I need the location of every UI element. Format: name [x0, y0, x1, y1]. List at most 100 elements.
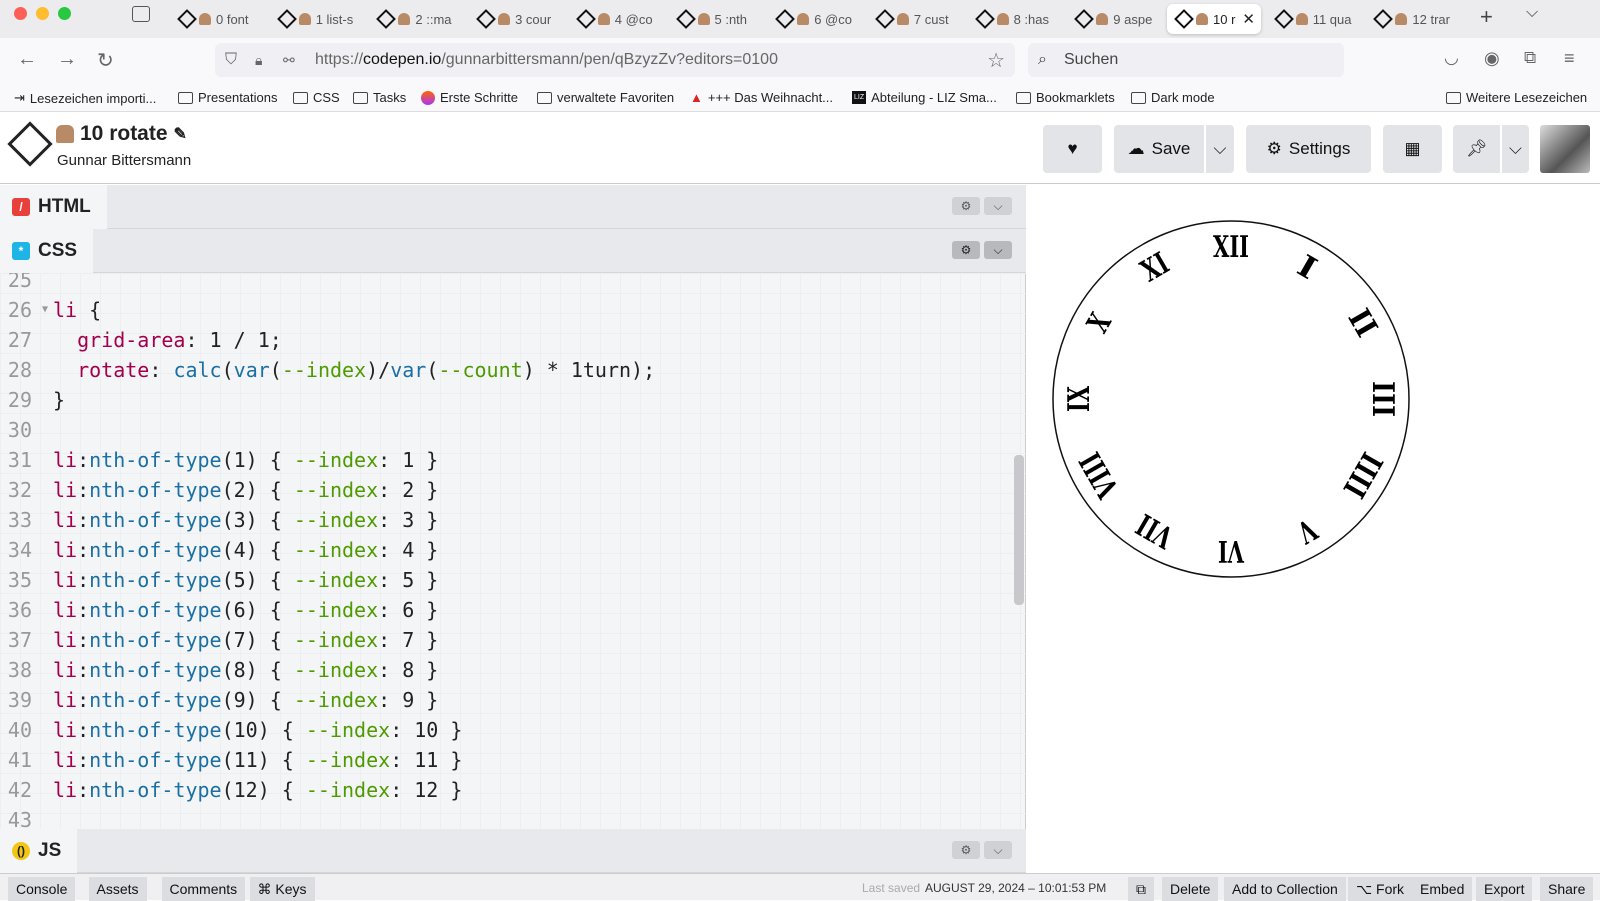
save-button[interactable]: ☁ Save — [1114, 125, 1204, 173]
pin-dropdown-button[interactable]: ⌵ — [1502, 125, 1529, 173]
browser-tab[interactable]: 6 @co — [768, 4, 862, 34]
code-token: ) * 1turn); — [522, 358, 656, 382]
settings-button[interactable]: ⚙ Settings — [1246, 125, 1371, 173]
avatar[interactable] — [1540, 125, 1590, 173]
html-settings-button[interactable]: ⚙ — [952, 197, 980, 215]
html-panel-header[interactable]: / HTML ⚙ ⌵ — [0, 185, 1026, 229]
pen-author[interactable]: Gunnar Bittersmann — [57, 152, 191, 169]
code-token: : 9 } — [378, 688, 439, 712]
css-collapse-button[interactable]: ⌵ — [984, 241, 1012, 259]
footer-button[interactable]: Comments — [161, 877, 246, 901]
bookmark-item[interactable]: Erste Schritte — [421, 90, 518, 105]
reload-button[interactable]: ↻ — [97, 48, 114, 73]
heart-button[interactable]: ♥ — [1043, 125, 1102, 173]
tab-list-chevron-icon[interactable]: ⌵ — [1526, 4, 1538, 22]
clock-numeral: VII — [1131, 506, 1180, 555]
code-line: 39 li:nth-of-type(9) { --index: 9 } — [0, 685, 438, 715]
footer-button[interactable]: ⌥ Fork — [1348, 877, 1413, 901]
permissions-icon[interactable]: ⚯ — [283, 52, 295, 69]
css-settings-button[interactable]: ⚙ — [952, 241, 980, 259]
forward-button[interactable]: → — [57, 48, 77, 71]
code-token: ( — [269, 358, 282, 382]
edit-pencil-icon[interactable]: ✎ — [174, 124, 187, 144]
bookmark-item[interactable]: Dark mode — [1131, 90, 1215, 105]
open-external-button[interactable]: ⧉ — [1128, 877, 1154, 901]
url-path: /gunnarbittersmann/pen/qBzyzZv?editors=0… — [441, 51, 778, 68]
browser-tab[interactable]: 8 :has — [968, 4, 1062, 34]
js-panel-header[interactable]: () JS ⚙ ⌵ — [0, 829, 1026, 873]
js-collapse-button[interactable]: ⌵ — [984, 841, 1012, 859]
line-number: 30 — [7, 418, 32, 442]
preview-pane[interactable]: I II III IIII V VI VII VIII IX X XI XII — [1045, 185, 1600, 873]
save-dropdown-button[interactable]: ⌵ — [1206, 125, 1234, 173]
code-token: li — [53, 688, 78, 712]
extensions-icon[interactable]: ⧉ — [1524, 48, 1536, 68]
html-panel-label[interactable]: / HTML — [0, 185, 107, 229]
browser-tab[interactable]: 10 r ✕ — [1167, 4, 1261, 34]
bookmark-item[interactable]: Bookmarklets — [1016, 90, 1115, 105]
css-panel-header[interactable]: * CSS ⚙ ⌵ — [0, 229, 1026, 273]
sidebar-toggle-icon[interactable] — [132, 6, 150, 22]
footer-button[interactable]: Share — [1540, 877, 1594, 901]
bookmark-item[interactable]: CSS — [293, 90, 340, 105]
new-tab-button[interactable]: + — [1480, 4, 1493, 30]
pin-button[interactable]: 📌︎ — [1453, 125, 1500, 173]
url-bar[interactable]: ⛉ 🔒︎ ⚯ https://codepen.io/gunnarbittersm… — [215, 43, 1015, 77]
code-token: li — [53, 718, 78, 742]
bookmark-item[interactable]: Tasks — [353, 90, 406, 105]
js-panel-label[interactable]: () JS — [0, 829, 78, 873]
more-bookmarks[interactable]: Weitere Lesezeichen — [1446, 90, 1587, 105]
bookmark-label: Weitere Lesezeichen — [1466, 90, 1588, 105]
browser-tab[interactable]: 7 cust — [868, 4, 962, 34]
code-token: li — [53, 748, 78, 772]
footer-button[interactable]: Assets — [88, 877, 147, 901]
browser-tab[interactable]: 1 list-s — [270, 4, 364, 34]
last-saved-label: Last saved — [862, 881, 921, 895]
footer-button[interactable]: Add to Collection — [1224, 877, 1346, 901]
js-settings-button[interactable]: ⚙ — [952, 841, 980, 859]
code-token: ( — [426, 358, 439, 382]
back-button[interactable]: ← — [17, 48, 37, 71]
bookmark-star-icon[interactable]: ☆ — [987, 48, 1005, 73]
footer-button[interactable]: Embed — [1412, 877, 1473, 901]
pen-title[interactable]: 10 rotate ✎ — [56, 122, 187, 146]
change-view-button[interactable]: ▦ — [1383, 125, 1442, 173]
minimize-window-button[interactable] — [36, 7, 49, 20]
bookmark-item[interactable]: ▲ +++ Das Weihnacht... — [690, 90, 833, 105]
close-window-button[interactable] — [14, 7, 27, 20]
close-tab-icon[interactable]: ✕ — [1242, 10, 1255, 28]
footer-button[interactable]: Export — [1476, 877, 1533, 901]
shield-icon[interactable]: ⛉ — [225, 51, 237, 69]
account-icon[interactable]: ◉ — [1484, 48, 1500, 69]
code-scrollbar[interactable] — [1014, 455, 1024, 605]
css-code-editor[interactable]: 25 26 ▼ li {27 grid-area: 1 / 1; 28 rotate: … — [0, 273, 1026, 831]
fold-arrow-icon[interactable]: ▼ — [42, 295, 48, 325]
footer-button[interactable]: Delete — [1162, 877, 1219, 901]
lock-icon[interactable]: 🔒︎ — [255, 52, 262, 69]
bookmark-item[interactable]: LIZ Abteilung - LIZ Sma... — [852, 90, 997, 105]
clock-numeral: IX — [1062, 385, 1097, 412]
pocket-icon[interactable]: ◡ — [1444, 48, 1459, 68]
search-input[interactable]: ⌕ Suchen — [1028, 43, 1344, 77]
code-token: (9) { — [221, 688, 294, 712]
footer-button[interactable]: Console — [8, 877, 76, 901]
browser-tab[interactable]: 11 qua — [1267, 4, 1361, 34]
browser-tab[interactable]: 12 trar — [1366, 4, 1460, 34]
browser-tab[interactable]: 5 :nth — [669, 4, 763, 34]
browser-tab[interactable]: 2 ::ma — [369, 4, 463, 34]
clock-emoji-icon — [56, 125, 74, 143]
html-collapse-button[interactable]: ⌵ — [984, 197, 1012, 215]
codepen-logo[interactable] — [7, 121, 53, 167]
bookmark-item[interactable]: Presentations — [178, 90, 278, 105]
css-panel-label[interactable]: * CSS — [0, 229, 94, 273]
browser-tab[interactable]: 4 @co — [569, 4, 663, 34]
browser-tab[interactable]: 3 cour — [469, 4, 563, 34]
clock-numeral: III — [1365, 381, 1400, 417]
footer-button[interactable]: ⌘ Keys — [249, 877, 315, 901]
browser-tab[interactable]: 0 font — [170, 4, 264, 34]
menu-icon[interactable]: ≡ — [1564, 48, 1575, 69]
bookmark-item[interactable]: ⇥ Lesezeichen importi... — [14, 90, 156, 106]
bookmark-item[interactable]: verwaltete Favoriten — [537, 90, 674, 105]
browser-tab[interactable]: 9 aspe — [1067, 4, 1161, 34]
maximize-window-button[interactable] — [58, 7, 71, 20]
